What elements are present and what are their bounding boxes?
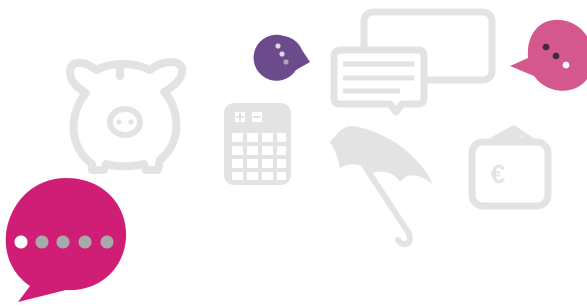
umbrella-icon <box>330 126 432 248</box>
typing-dot <box>78 235 92 249</box>
purple-typing-bubble-icon <box>253 34 310 81</box>
piggy-bank-icon <box>66 58 187 174</box>
typing-dot <box>35 235 49 249</box>
illustration-scene: € <box>5 8 587 302</box>
typing-dot <box>14 235 28 249</box>
euro-wallet-icon: € <box>468 124 552 210</box>
magenta-typing-bubble-icon <box>5 178 127 302</box>
pink-typing-bubble-icon <box>510 19 587 91</box>
typing-dot <box>56 235 70 249</box>
piggy-snout <box>107 106 143 138</box>
typing-dot <box>100 235 114 249</box>
euro-symbol: € <box>491 159 505 189</box>
chat-bubbles-icon <box>330 8 496 116</box>
calculator-icon <box>224 103 291 185</box>
